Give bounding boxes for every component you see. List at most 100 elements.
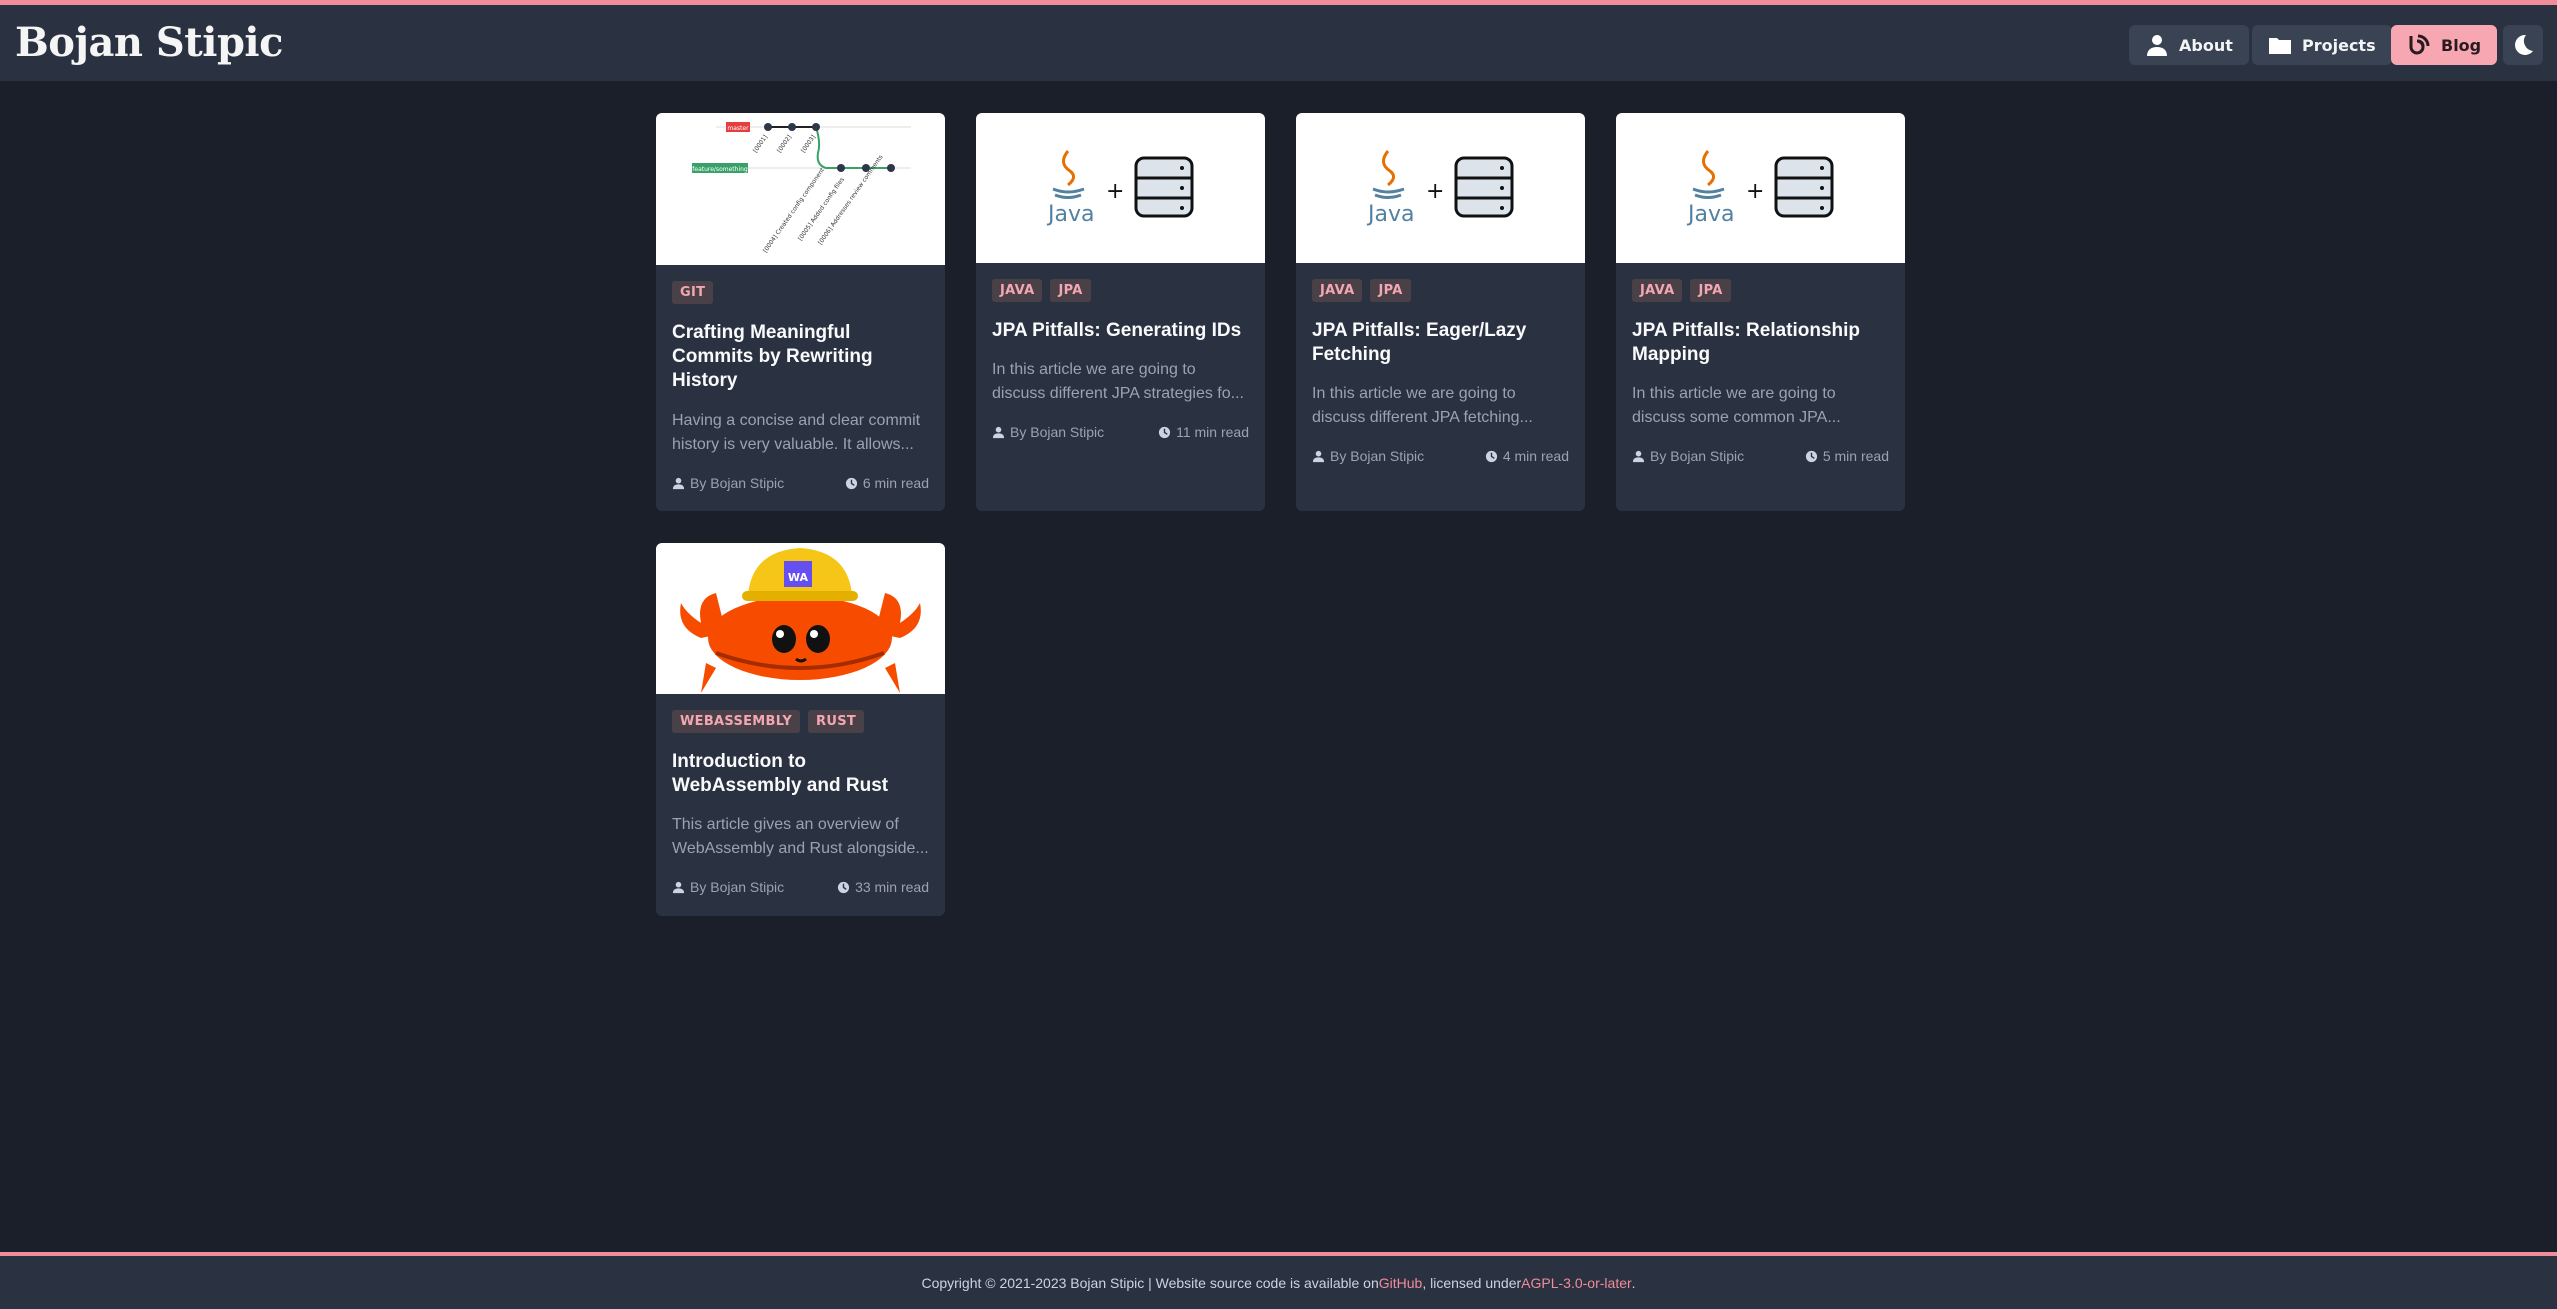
post-title[interactable]: Introduction to WebAssembly and Rust [672,750,929,798]
footer-period: . [1631,1274,1636,1291]
post-thumbnail-java-db: Java + [976,113,1265,263]
nav-about-button[interactable]: About [2129,25,2249,65]
post-card[interactable]: master feature/something [0001] [0002] [… [656,113,945,511]
post-thumbnail-java-db: Java + [1296,113,1585,263]
tag-list: JAVA JPA [1632,279,1731,302]
clock-icon [837,881,850,893]
post-description: In this article we are going to discuss … [1312,385,1533,426]
plus-sign: + [1106,179,1124,204]
author-icon [672,477,685,489]
post-card[interactable]: Java + JAVA JPA JPA Pitfalls: Relationsh… [1616,113,1905,511]
database-icon [1454,156,1514,218]
post-read-time: 5 min read [1822,448,1889,464]
license-link[interactable]: AGPL-3.0-or-later [1521,1275,1631,1291]
author-icon [1312,450,1325,462]
commit-label: [0003] [800,134,817,154]
database-icon [1774,156,1834,218]
post-meta: By Bojan Stipic 5 min read [1632,448,1889,464]
tag-badge[interactable]: JPA [1050,279,1091,302]
post-description: In this article we are going to discuss … [1632,385,1841,426]
commit-label: [0001] [752,134,769,154]
post-description: This article gives an overview of WebAss… [672,816,929,857]
blog-icon [2409,34,2430,55]
nav-projects-label: Projects [2302,35,2376,55]
nav-about-label: About [2179,35,2233,55]
post-card[interactable]: Java + JAVA JPA JPA Pitfalls: Eager/Lazy… [1296,113,1585,511]
database-icon [1134,156,1194,218]
clock-icon [1485,450,1497,462]
tag-list: WEBASSEMBLY RUST [672,710,865,733]
nav-blog-label: Blog [2441,35,2482,55]
post-meta: By Bojan Stipic 4 min read [1312,448,1569,464]
nav-blog-button[interactable]: Blog [2391,25,2498,65]
clock-icon [1805,450,1817,462]
footer-license-text: , licensed under [1422,1274,1522,1291]
post-title[interactable]: JPA Pitfalls: Eager/Lazy Fetching [1312,319,1569,367]
post-author: By Bojan Stipic [690,475,785,491]
post-meta: By Bojan Stipic 11 min read [992,424,1249,440]
plus-sign: + [1746,179,1764,204]
post-title[interactable]: Crafting Meaningful Commits by Rewriting… [672,321,929,393]
post-thumbnail-java-db: Java + [1616,113,1905,263]
tag-badge[interactable]: JAVA [1312,279,1363,302]
java-label: Java [1686,202,1734,227]
post-thumbnail-ferris: WA [656,543,945,694]
java-logo-icon: Java [1686,150,1734,227]
branch-master-label: master [727,125,749,132]
tag-badge[interactable]: JAVA [1632,279,1683,302]
tag-badge[interactable]: WEBASSEMBLY [672,710,801,733]
post-read-time: 6 min read [862,475,929,491]
tag-badge[interactable]: JPA [1370,279,1411,302]
post-read-time: 11 min read [1176,424,1249,440]
tag-badge[interactable]: RUST [808,710,865,733]
tag-list: GIT [672,281,714,304]
post-author: By Bojan Stipic [690,879,785,895]
site-header: Bojan Stipic About Projects Blog [0,5,2557,81]
footer-copyright: Copyright © 2021-2023 Bojan Stipic | Web… [921,1274,1379,1291]
git-graph-illustration: master feature/something [0001] [0002] [… [692,122,911,254]
tag-list: JAVA JPA [992,279,1091,302]
person-icon [2147,35,2167,56]
plus-sign: + [1426,179,1444,204]
java-db-illustration: Java + [1686,150,1834,227]
site-footer: Copyright © 2021-2023 Bojan Stipic | Web… [0,1256,2557,1309]
post-meta: By Bojan Stipic 33 min read [672,879,929,895]
site-brand[interactable]: Bojan Stipic [15,19,283,66]
post-description: Having a concise and clear commit histor… [672,412,921,453]
post-author: By Bojan Stipic [1650,448,1745,464]
post-author: By Bojan Stipic [1010,424,1105,440]
author-icon [992,426,1005,438]
theme-toggle-button[interactable] [2503,25,2543,65]
java-db-illustration: Java + [1046,150,1194,227]
branch-feature-label: feature/something [692,166,748,173]
post-description: In this article we are going to discuss … [992,361,1244,402]
clock-icon [845,477,857,489]
post-thumbnail-git: master feature/something [0001] [0002] [… [656,113,945,265]
java-label: Java [1046,202,1094,227]
java-logo-icon: Java [1366,150,1414,227]
post-card[interactable]: Java + JAVA JPA JPA Pitfalls: Generating… [976,113,1265,511]
tag-badge[interactable]: JPA [1690,279,1731,302]
commit-label: [0005] Added config files [797,176,846,242]
post-read-time: 33 min read [855,879,929,895]
post-card[interactable]: WA WEBASSEMBLY RUST Introduction to WebA… [656,543,945,916]
post-meta: By Bojan Stipic 6 min read [672,475,929,491]
folder-icon [2269,38,2291,54]
commit-label: [0002] [776,134,793,154]
nav-projects-button[interactable]: Projects [2252,25,2392,65]
clock-icon [1159,426,1171,438]
post-author: By Bojan Stipic [1330,448,1425,464]
post-title[interactable]: JPA Pitfalls: Relationship Mapping [1632,319,1889,367]
java-db-illustration: Java + [1366,150,1514,227]
wa-logo-label: WA [788,571,809,584]
moon-icon [2515,34,2533,55]
github-link[interactable]: GitHub [1379,1275,1423,1291]
tag-list: JAVA JPA [1312,279,1411,302]
tag-badge[interactable]: GIT [672,281,714,304]
post-read-time: 4 min read [1502,448,1569,464]
java-label: Java [1366,202,1414,227]
author-icon [672,881,685,893]
post-title[interactable]: JPA Pitfalls: Generating IDs [992,319,1249,343]
tag-badge[interactable]: JAVA [992,279,1043,302]
ferris-crab-illustration: WA [680,548,921,693]
